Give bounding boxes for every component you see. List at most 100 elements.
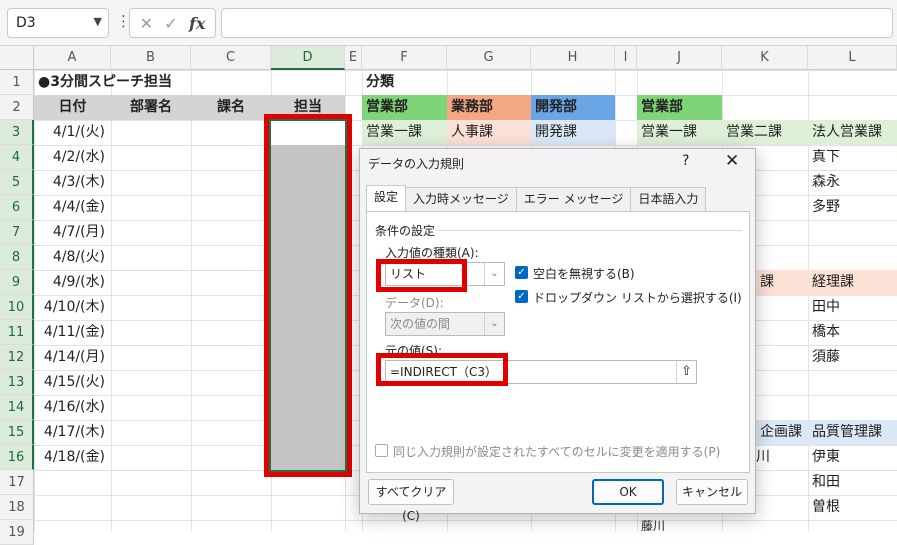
column-header-h[interactable]: H <box>531 46 615 70</box>
cancel-button[interactable]: キャンセル <box>676 479 748 505</box>
date-cell[interactable]: 4/14/(月) <box>34 345 111 370</box>
collapse-icon[interactable]: ⇧ <box>676 361 696 383</box>
date-cell[interactable]: 4/11/(金) <box>34 320 111 345</box>
chevron-down-icon[interactable]: ▼ <box>94 15 102 28</box>
column-header-b[interactable]: B <box>111 46 191 70</box>
tab-input-message[interactable]: 入力時メッセージ <box>405 187 517 211</box>
row-header-6[interactable]: 6 <box>0 195 34 220</box>
clear-all-button[interactable]: すべてクリア(C) <box>368 479 454 523</box>
date-cell[interactable]: 4/3/(木) <box>34 170 111 195</box>
name-cell[interactable]: 田中 <box>812 295 840 320</box>
ok-button[interactable]: OK <box>592 479 664 505</box>
row-header-12[interactable]: 12 <box>0 345 34 370</box>
row-header-2[interactable]: 2 <box>0 95 34 120</box>
sheet-title[interactable]: ●3分間スピーチ担当 <box>38 70 172 95</box>
date-cell[interactable]: 4/10/(木) <box>34 295 111 320</box>
row-header-9[interactable]: 9 <box>0 270 34 295</box>
section-cell[interactable]: 営業一課 <box>362 120 447 145</box>
select-all-corner[interactable] <box>0 46 34 70</box>
row-header-16[interactable]: 16 <box>0 445 34 470</box>
insert-function-icon[interactable]: fx <box>189 14 205 33</box>
section-cell[interactable]: 開発課 <box>531 120 615 145</box>
date-cell[interactable]: 4/7/(月) <box>34 220 111 245</box>
tab-settings[interactable]: 設定 <box>366 185 407 211</box>
row-header-18[interactable]: 18 <box>0 495 34 520</box>
data-select[interactable]: 次の値の間 ⌄ <box>385 312 505 336</box>
date-cell[interactable]: 4/16/(水) <box>34 395 111 420</box>
name-cell[interactable]: 和田 <box>812 470 840 495</box>
right-header-sales[interactable]: 営業部 <box>637 95 722 120</box>
apply-all-label[interactable]: 同じ入力規則が設定されたすべてのセルに変更を適用する(P) <box>393 443 720 460</box>
row-header-5[interactable]: 5 <box>0 170 34 195</box>
column-header-i[interactable]: I <box>615 46 637 70</box>
header-department[interactable]: 部署名 <box>111 95 191 120</box>
column-header-a[interactable]: A <box>34 46 111 70</box>
date-cell[interactable]: 4/15/(火) <box>34 370 111 395</box>
dropdown-checkbox[interactable]: ✓ <box>515 290 528 303</box>
section-cell[interactable]: 法人営業課 <box>808 120 897 145</box>
row-header-17[interactable]: 17 <box>0 470 34 495</box>
tab-error-message[interactable]: エラー メッセージ <box>515 187 632 211</box>
dropdown-label[interactable]: ドロップダウン リストから選択する(I) <box>533 289 742 306</box>
name-cell[interactable]: 伊東 <box>812 445 840 470</box>
dept-header-dev[interactable]: 開発部 <box>531 95 615 120</box>
column-header-c[interactable]: C <box>191 46 271 70</box>
row-header-14[interactable]: 14 <box>0 395 34 420</box>
row-header-10[interactable]: 10 <box>0 295 34 320</box>
column-header-f[interactable]: F <box>362 46 447 70</box>
date-cell[interactable]: 4/2/(水) <box>34 145 111 170</box>
name-cell[interactable]: 藤川 <box>641 520 665 531</box>
dept-header-sales[interactable]: 営業部 <box>362 95 447 120</box>
chevron-down-icon[interactable]: ⌄ <box>484 263 504 285</box>
date-cell[interactable]: 4/4/(金) <box>34 195 111 220</box>
ignore-blank-checkbox[interactable]: ✓ <box>515 266 528 279</box>
apply-all-checkbox[interactable] <box>375 444 388 457</box>
column-header-j[interactable]: J <box>637 46 722 70</box>
row-header-19[interactable]: 19 <box>0 520 34 545</box>
date-cell[interactable]: 4/1/(火) <box>34 120 111 145</box>
column-header-d[interactable]: D <box>271 46 345 70</box>
name-cell[interactable]: 川 <box>756 445 770 470</box>
row-header-11[interactable]: 11 <box>0 320 34 345</box>
header-section[interactable]: 課名 <box>191 95 271 120</box>
name-cell[interactable]: 森永 <box>812 170 840 195</box>
column-header-k[interactable]: K <box>722 46 808 70</box>
help-icon[interactable]: ? <box>682 153 689 169</box>
name-cell[interactable]: 真下 <box>812 145 840 170</box>
row-header-4[interactable]: 4 <box>0 145 34 170</box>
column-header-e[interactable]: E <box>345 46 362 70</box>
category-title[interactable]: 分類 <box>366 70 394 95</box>
name-cell[interactable]: 多野 <box>812 195 840 220</box>
section-cell[interactable]: 品質管理課 <box>808 420 897 445</box>
section-cell[interactable]: 営業一課 <box>637 120 722 145</box>
name-cell[interactable]: 曽根 <box>812 495 840 520</box>
section-cell[interactable]: 経理課 <box>808 270 897 295</box>
dept-header-business[interactable]: 業務部 <box>447 95 531 120</box>
section-cell[interactable]: 人事課 <box>447 120 531 145</box>
name-cell[interactable]: 須藤 <box>812 345 840 370</box>
close-icon[interactable]: ✕ <box>725 151 739 171</box>
header-date[interactable]: 日付 <box>34 95 111 120</box>
column-header-l[interactable]: L <box>808 46 897 70</box>
section-cell[interactable]: 課 <box>756 270 808 295</box>
row-header-13[interactable]: 13 <box>0 370 34 395</box>
date-cell[interactable]: 4/9/(水) <box>34 270 111 295</box>
name-box[interactable]: D3 ▼ <box>7 8 109 38</box>
section-cell[interactable]: 営業二課 <box>722 120 808 145</box>
row-header-7[interactable]: 7 <box>0 220 34 245</box>
column-header-g[interactable]: G <box>447 46 531 70</box>
enter-icon[interactable]: ✓ <box>164 14 177 33</box>
name-cell[interactable]: 橋本 <box>812 320 840 345</box>
formula-input[interactable] <box>221 8 893 38</box>
row-header-3[interactable]: 3 <box>0 120 34 145</box>
cancel-icon[interactable]: ✕ <box>140 14 153 33</box>
row-header-1[interactable]: 1 <box>0 70 34 95</box>
date-cell[interactable]: 4/17/(木) <box>34 420 111 445</box>
date-cell[interactable]: 4/8/(火) <box>34 245 111 270</box>
section-cell[interactable]: 企画課 <box>756 420 808 445</box>
row-header-8[interactable]: 8 <box>0 245 34 270</box>
ignore-blank-label[interactable]: 空白を無視する(B) <box>533 265 635 282</box>
row-header-15[interactable]: 15 <box>0 420 34 445</box>
date-cell[interactable]: 4/18/(金) <box>34 445 111 470</box>
chevron-down-icon[interactable]: ⌄ <box>484 313 504 335</box>
